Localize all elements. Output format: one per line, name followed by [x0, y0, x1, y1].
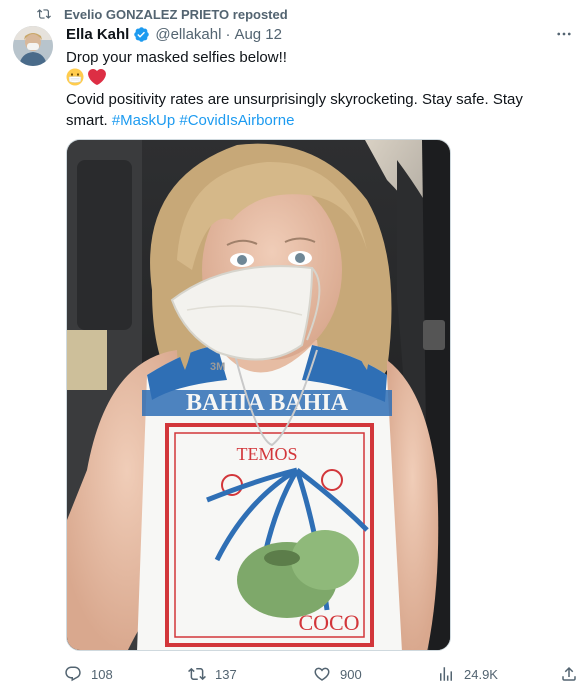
shirt-text-mid: TEMOS [236, 444, 297, 464]
repost-icon [37, 9, 51, 19]
author-name[interactable]: Ella Kahl [66, 26, 129, 43]
reply-count: 108 [91, 666, 113, 682]
selfie-image: BAHIA BAHIA TEMOS COCO 3M [67, 140, 450, 650]
like-count: 900 [340, 666, 362, 682]
tweet-line-4: smart. #MaskUp #CovidIsAirborne [66, 110, 566, 131]
shirt-text-bottom: COCO [298, 610, 359, 635]
heart-icon [314, 667, 330, 681]
tweet-line-1: Drop your masked selfies below!! [66, 49, 287, 66]
reply-button[interactable]: 108 [64, 664, 113, 684]
action-bar: 108 137 900 24.9K [60, 664, 580, 684]
post-photo[interactable]: BAHIA BAHIA TEMOS COCO 3M [66, 139, 451, 651]
like-button[interactable]: 900 [313, 664, 362, 684]
tweet-text: Drop your masked selfies below!! Covid p… [66, 47, 566, 131]
share-icon [562, 666, 576, 681]
shirt-text-top: BAHIA BAHIA [186, 390, 349, 416]
emoji-line [66, 68, 566, 89]
verified-badge-icon[interactable] [133, 26, 150, 43]
repost-action-icon [188, 667, 206, 681]
author-handle[interactable]: @ellakahl [155, 26, 221, 43]
repost-indicator[interactable]: Evelio GONZALEZ PRIETO reposted [36, 5, 288, 23]
repost-button[interactable]: 137 [188, 664, 237, 684]
mask-label-text: 3M [210, 361, 225, 373]
share-button[interactable] [560, 664, 578, 684]
avatar[interactable] [13, 26, 53, 66]
hashtag-maskup[interactable]: #MaskUp [112, 112, 175, 129]
red-heart-emoji-icon [88, 68, 107, 86]
views-count: 24.9K [464, 666, 498, 682]
post-date[interactable]: Aug 12 [234, 26, 282, 43]
tweet-header: Ella Kahl @ellakahl · Aug 12 [66, 24, 282, 44]
repost-count: 137 [215, 666, 237, 682]
views-chart-icon [440, 667, 452, 681]
avatar-image [13, 26, 53, 66]
hashtag-covidisairborne[interactable]: #CovidIsAirborne [179, 112, 294, 129]
tweet-line-3: Covid positivity rates are unsurprisingl… [66, 91, 523, 108]
repost-text: Evelio GONZALEZ PRIETO reposted [64, 6, 288, 22]
mask-face-emoji-icon [66, 68, 84, 86]
more-options-icon[interactable] [555, 25, 573, 43]
separator-dot: · [225, 25, 231, 43]
reply-icon [65, 666, 81, 682]
views-button[interactable]: 24.9K [437, 664, 498, 684]
tweet-line-4-prefix: smart. [66, 112, 108, 129]
